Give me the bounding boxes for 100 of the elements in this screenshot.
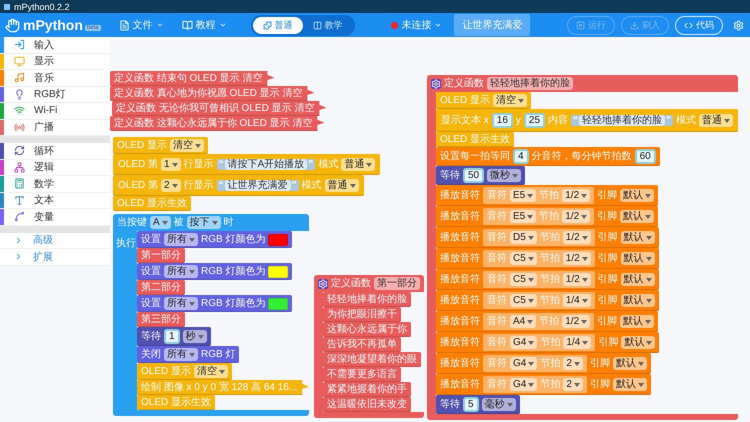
dropdown-field[interactable]: 默认 (612, 378, 647, 391)
number-field[interactable]: 4 (513, 149, 529, 164)
text-field[interactable]: 请按下A开始播放 (224, 159, 308, 170)
dropdown-field[interactable]: 默认 (620, 231, 655, 244)
function-definition-block[interactable]: 定义函数 第一部分 轻轻地捧着你的脸 为你把眼泪擦干 这颗心永远属于你 告诉我不再孤单 深深地凝望着你的眼 不需要更多语言 紧紧地握着你的手 这温暖依旧未改变 (314, 275, 424, 418)
dropdown-field[interactable]: 1/2 (562, 210, 590, 223)
statement-block[interactable]: 等待 1 秒 (137, 327, 211, 346)
category-item[interactable]: 音乐 (0, 70, 110, 86)
dropdown-field[interactable]: 所有 (164, 233, 198, 246)
dropdown-field[interactable]: C5 (510, 294, 537, 307)
dropdown-field[interactable]: A (150, 216, 171, 229)
statement-block[interactable]: OLED 第 2 行显示 “ 让世界充满爱 ” 模式 普通 (113, 175, 364, 196)
category-item[interactable]: 循环 (0, 143, 110, 160)
function-name-field[interactable]: 轻轻地捧着你的脸 (487, 77, 573, 90)
dropdown-field[interactable]: 清空 (194, 365, 228, 378)
statement-block[interactable]: OLED 显示 清空 (436, 92, 532, 109)
dropdown-field[interactable]: 普通 (699, 114, 734, 127)
dropdown-field[interactable]: 1/2 (562, 231, 591, 244)
statement-block[interactable]: 设置 所有 RGB 灯颜色为 (137, 263, 292, 280)
text-field[interactable]: 让世界充满爱 (224, 180, 291, 191)
statement-block[interactable]: OLED 第 1 行显示 “ 请按下A开始播放 ” 模式 普通 (113, 154, 380, 175)
color-swatch[interactable] (268, 298, 288, 310)
dropdown-field[interactable]: 默认 (621, 336, 656, 349)
category-item[interactable]: Wi-Fi (0, 103, 110, 120)
category-item[interactable]: 显示 (0, 54, 110, 70)
dropdown-field[interactable]: E5 (510, 210, 536, 223)
dropdown-field[interactable]: 1/2 (562, 273, 591, 286)
statement-block[interactable]: 关闭 所有 RGB 灯 (137, 346, 240, 363)
number-field[interactable]: 25 (524, 113, 546, 128)
dropdown-field[interactable]: 2 (161, 179, 181, 192)
dropdown-field[interactable]: 默认 (612, 357, 647, 370)
dropdown-field[interactable]: 1/2 (562, 315, 590, 328)
dropdown-field[interactable]: 普通 (324, 179, 359, 192)
number-field[interactable]: 60 (634, 149, 656, 164)
dropdown-field[interactable]: 所有 (164, 265, 198, 278)
statement-block[interactable]: 播放音符 音符 E5 节拍 1/2 引脚 默认 (436, 206, 658, 227)
dropdown-field[interactable]: 普通 (341, 158, 376, 171)
dropdown-field[interactable]: 默认 (620, 252, 655, 265)
category-item[interactable]: RGB灯 (0, 86, 110, 103)
dropdown-field[interactable]: 默认 (620, 294, 655, 307)
dropdown-field[interactable]: 2 (563, 357, 583, 370)
statement-block[interactable]: 播放音符 音符 G4 节拍 2 引脚 默认 (436, 374, 651, 395)
statement-block[interactable]: 播放音符 音符 C5 节拍 1/2 引脚 默认 (436, 248, 659, 269)
statement-block[interactable]: 播放音符 音符 G4 节拍 1/4 引脚 默认 (436, 332, 660, 353)
text-field[interactable]: 轻轻地捧着你的脸 (579, 115, 666, 126)
dropdown-field[interactable]: 毫秒 (482, 398, 516, 411)
statement-block[interactable]: 等待 50 微秒 (436, 166, 526, 185)
dropdown-field[interactable]: 清空 (170, 139, 204, 152)
dropdown-field[interactable]: D5 (510, 231, 537, 244)
function-name-field[interactable]: 第一部分 (374, 277, 420, 290)
dropdown-field[interactable]: 默认 (620, 189, 654, 202)
statement-block[interactable]: OLED 显示 清空 (137, 363, 232, 380)
statement-block[interactable]: 播放音符 音符 D5 节拍 1/2 引脚 默认 (436, 227, 659, 248)
statement-block[interactable]: OLED 显示 清空 (113, 137, 208, 154)
event-block[interactable]: 当按键 A 被 按下 时 执行 设置 所有 RGB 灯颜色为 第一部分 设置 所有 RGB 灯颜色为 第二部分 设置 所有 RGB 灯颜色为 第三部分 等待 1 秒 关闭 所有 RGB 灯 OLED 显示 清空 绘制 图像 x 0 y 0 宽 128 高 64 16... OLED 显示生效 (113, 214, 310, 416)
statement-block[interactable]: 播放音符 音符 G4 节拍 2 引脚 默认 (436, 353, 651, 374)
mode-tab[interactable]: 普通 (252, 16, 303, 34)
dropdown-field[interactable]: 默认 (620, 273, 655, 286)
dropdown-field[interactable]: 所有 (164, 297, 198, 310)
dropdown-field[interactable]: G4 (510, 336, 538, 349)
dropdown-field[interactable]: 所有 (164, 348, 198, 361)
category-item[interactable]: 输入 (0, 37, 110, 54)
number-field[interactable]: 16 (492, 113, 513, 128)
statement-block[interactable]: 播放音符 音符 C5 节拍 1/4 引脚 默认 (436, 290, 659, 311)
statement-block[interactable]: 播放音符 音符 C5 节拍 1/2 引脚 默认 (436, 269, 659, 290)
dropdown-field[interactable]: E5 (510, 189, 536, 202)
function-definition-block[interactable] (427, 75, 738, 420)
number-field[interactable]: 5 (463, 397, 479, 412)
dropdown-field[interactable]: C5 (510, 273, 537, 286)
category-item[interactable]: 数学 (0, 176, 110, 192)
statement-block[interactable]: 等待 5 毫秒 (436, 395, 520, 414)
dropdown-field[interactable]: 1/4 (563, 336, 592, 349)
settings-icon[interactable] (732, 20, 744, 30)
statement-block[interactable]: 显示文本 x 16 y 25 内容 “ 轻轻地捧着你的脸 ” 模式 普通 (436, 109, 738, 132)
category-item[interactable]: 逻辑 (0, 160, 110, 176)
number-field[interactable]: 50 (463, 168, 484, 183)
color-swatch[interactable] (268, 234, 288, 246)
dropdown-field[interactable]: 1/2 (562, 252, 591, 265)
dropdown-field[interactable]: 默认 (620, 210, 654, 223)
dropdown-field[interactable]: 1/4 (562, 294, 591, 307)
dropdown-field[interactable]: 1 (161, 158, 181, 171)
dropdown-field[interactable]: G4 (510, 357, 538, 370)
dropdown-field[interactable]: 2 (563, 378, 583, 391)
dropdown-field[interactable]: G4 (510, 378, 538, 391)
statement-block[interactable]: 设置每一拍等同 4 分音符，每分钟节拍数 60 (436, 147, 660, 166)
statement-block[interactable]: 设置 所有 RGB 灯颜色为 (137, 295, 292, 312)
color-swatch[interactable] (268, 266, 288, 278)
dropdown-field[interactable]: A4 (510, 315, 536, 328)
statement-block[interactable]: 设置 所有 RGB 灯颜色为 (137, 231, 292, 248)
statement-block[interactable]: 播放音符 音符 A4 节拍 1/2 引脚 默认 (436, 311, 658, 332)
dropdown-field[interactable]: 微秒 (487, 169, 522, 182)
dropdown-field[interactable]: 清空 (493, 94, 528, 107)
dropdown-field[interactable]: 默认 (620, 315, 654, 328)
number-field[interactable]: 1 (164, 329, 180, 344)
dropdown-field[interactable]: 1/2 (562, 189, 590, 202)
dropdown-field[interactable]: 秒 (182, 330, 207, 343)
mode-tab[interactable]: 教学 (302, 16, 353, 34)
statement-block[interactable]: 播放音符 音符 E5 节拍 1/2 引脚 默认 (436, 185, 658, 206)
dropdown-field[interactable]: 按下 (186, 216, 221, 229)
dropdown-field[interactable]: C5 (510, 252, 537, 265)
